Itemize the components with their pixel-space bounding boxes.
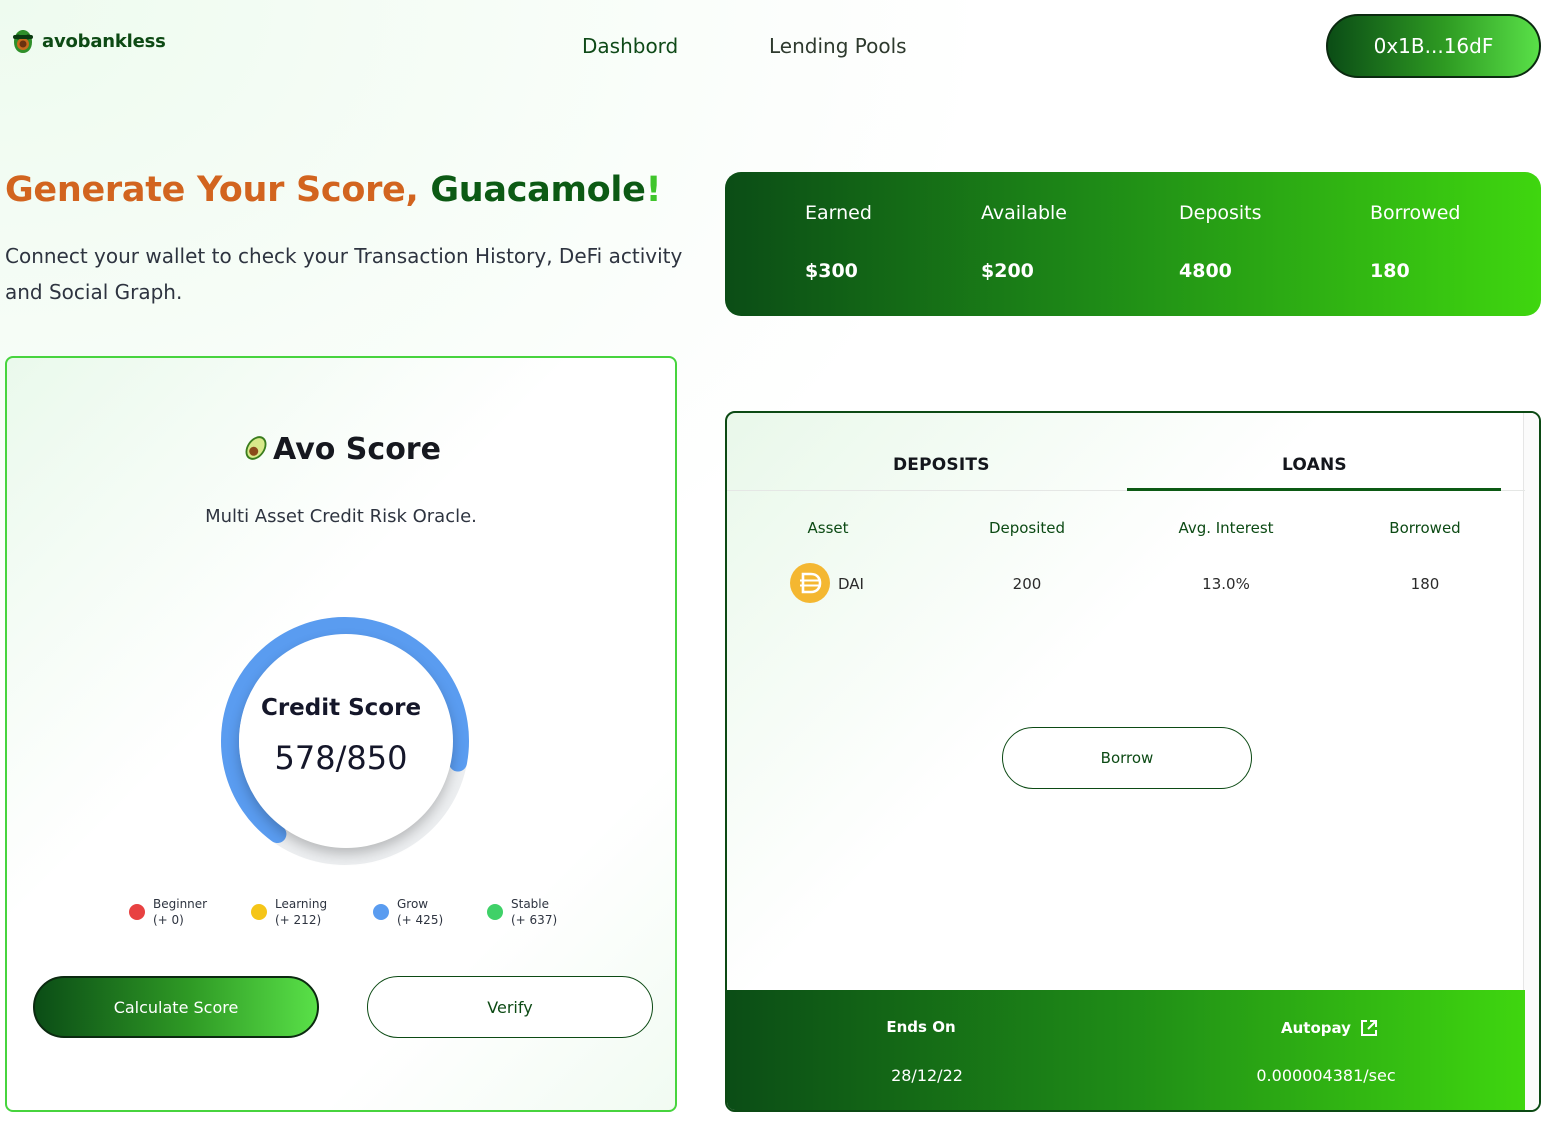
active-tab-indicator <box>1127 488 1501 491</box>
wallet-address-button[interactable]: 0x1B...16dF <box>1326 14 1541 78</box>
calculate-score-button[interactable]: Calculate Score <box>33 976 319 1038</box>
title-bang: ! <box>645 170 662 210</box>
nav-lending-pools[interactable]: Lending Pools <box>769 34 907 58</box>
card-scrollbar[interactable] <box>1523 413 1539 1110</box>
legend-grow-name: Grow <box>397 897 429 911</box>
legend-grow-threshold: (+ 425) <box>397 913 444 927</box>
brand-logo[interactable]: avobankless <box>8 26 166 56</box>
credit-score-label: Credit Score <box>260 695 422 721</box>
autopay-label-text: Autopay <box>1281 1019 1351 1037</box>
credit-score-value: 578/850 <box>274 739 408 777</box>
title-part-green: Guacamole! <box>430 170 661 210</box>
tab-loans[interactable]: LOANS <box>1282 455 1347 475</box>
nav-dashboard[interactable]: Dashbord <box>582 34 678 58</box>
legend-learning-threshold: (+ 212) <box>275 913 322 927</box>
page-subtitle: Connect your wallet to check your Transa… <box>5 244 683 304</box>
borrowed-value: 180 <box>1410 575 1440 593</box>
avo-score-title-text: Avo Score <box>273 432 441 467</box>
avo-score-card: Avo Score Multi Asset Credit Risk Oracle… <box>5 356 677 1112</box>
avg-interest-value: 13.0% <box>1202 575 1250 593</box>
stat-earned: Earned $300 <box>805 202 872 282</box>
stat-borrowed-value: 180 <box>1370 260 1410 282</box>
stat-earned-label: Earned <box>805 202 872 224</box>
title-guacamole: Guacamole <box>430 170 646 210</box>
borrow-button[interactable]: Borrow <box>1002 727 1252 789</box>
legend-dot-red <box>129 904 145 920</box>
brand-name: avobankless <box>42 30 166 52</box>
dai-icon <box>790 563 830 603</box>
column-header-asset: Asset <box>807 519 849 537</box>
column-header-deposited: Deposited <box>988 519 1066 537</box>
legend-stable: Stable (+ 637) <box>487 896 557 928</box>
verify-button[interactable]: Verify <box>367 976 653 1038</box>
ends-on-label-text: Ends On <box>886 1018 956 1036</box>
deposits-loans-card: DEPOSITS LOANS Asset Deposited Avg. Inte… <box>725 411 1541 1112</box>
stat-borrowed: Borrowed 180 <box>1370 202 1460 282</box>
legend-stable-name: Stable <box>511 897 550 911</box>
avo-score-title: Avo Score <box>7 432 675 467</box>
column-header-avg-interest: Avg. Interest <box>1178 519 1274 537</box>
legend-beginner: Beginner (+ 0) <box>129 896 207 928</box>
stat-deposits-value: 4800 <box>1179 260 1232 282</box>
stat-available-value: $200 <box>981 260 1034 282</box>
legend-beginner-threshold: (+ 0) <box>153 913 184 927</box>
legend-learning: Learning (+ 212) <box>251 896 327 928</box>
loan-footer: Ends On 28/12/22 Autopay 0.000004381/sec <box>727 990 1525 1110</box>
stat-deposits-label: Deposits <box>1179 202 1262 224</box>
stat-deposits: Deposits 4800 <box>1179 202 1262 282</box>
autopay-label[interactable]: Autopay <box>1281 1018 1379 1038</box>
legend-dot-yellow <box>251 904 267 920</box>
page-title: Generate Your Score, Guacamole! <box>5 170 662 210</box>
column-header-borrowed: Borrowed <box>1389 519 1461 537</box>
avocado-icon <box>245 436 267 460</box>
autopay-value: 0.000004381/sec <box>1256 1066 1396 1085</box>
legend-stable-threshold: (+ 637) <box>511 913 558 927</box>
legend-dot-blue <box>373 904 389 920</box>
legend-beginner-name: Beginner <box>153 897 208 911</box>
legend-learning-name: Learning <box>275 897 328 911</box>
stat-available: Available $200 <box>981 202 1067 282</box>
ends-on-value: 28/12/22 <box>891 1066 963 1085</box>
asset-name: DAI <box>838 575 864 593</box>
legend-dot-green <box>487 904 503 920</box>
legend-grow: Grow (+ 425) <box>373 896 443 928</box>
account-stats-card: Earned $300 Available $200 Deposits 4800… <box>725 172 1541 316</box>
external-link-icon[interactable] <box>1359 1018 1379 1038</box>
title-part-orange: Generate Your Score, <box>5 170 431 210</box>
tab-deposits[interactable]: DEPOSITS <box>893 455 990 475</box>
stat-available-label: Available <box>981 202 1068 224</box>
stat-borrowed-label: Borrowed <box>1370 202 1461 224</box>
stat-earned-value: $300 <box>805 260 858 282</box>
avocado-logo-icon <box>13 30 33 53</box>
avo-score-subtitle: Multi Asset Credit Risk Oracle. <box>205 506 477 527</box>
ends-on-label: Ends On <box>886 1018 955 1036</box>
deposited-value: 200 <box>1012 575 1042 593</box>
